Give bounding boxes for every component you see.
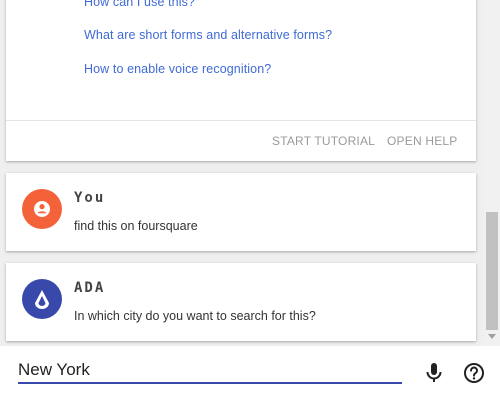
help-button[interactable] [461, 360, 487, 386]
microphone-button[interactable] [421, 360, 447, 386]
message-sender: ADA [74, 280, 106, 296]
message-card-ada: ADA In which city do you want to search … [6, 263, 476, 341]
message-input[interactable] [18, 358, 402, 384]
help-card: How can I use this? What are short forms… [6, 0, 476, 161]
message-card-user: You find this on foursquare [6, 173, 476, 251]
ada-logo-icon [35, 290, 49, 309]
start-tutorial-button[interactable]: START TUTORIAL [272, 134, 375, 148]
message-sender: You [74, 190, 106, 206]
help-link-short-forms[interactable]: What are short forms and alternative for… [84, 28, 332, 42]
open-help-button[interactable]: OPEN HELP [387, 134, 458, 148]
user-avatar [22, 189, 62, 229]
message-text: find this on foursquare [74, 219, 198, 233]
microphone-icon [426, 363, 442, 382]
chat-area: How can I use this? What are short forms… [0, 0, 484, 346]
message-text: In which city do you want to search for … [74, 309, 316, 323]
scroll-thumb[interactable] [486, 212, 498, 330]
scrollbar[interactable] [484, 0, 500, 346]
user-icon [34, 201, 50, 217]
help-divider [6, 120, 476, 121]
help-circle-icon [464, 363, 484, 383]
help-link-voice-recognition[interactable]: How to enable voice recognition? [84, 62, 271, 76]
help-link-usage[interactable]: How can I use this? [84, 0, 195, 9]
ada-avatar [22, 279, 62, 319]
input-bar [0, 346, 500, 400]
scroll-down-arrow-icon[interactable] [488, 334, 496, 339]
